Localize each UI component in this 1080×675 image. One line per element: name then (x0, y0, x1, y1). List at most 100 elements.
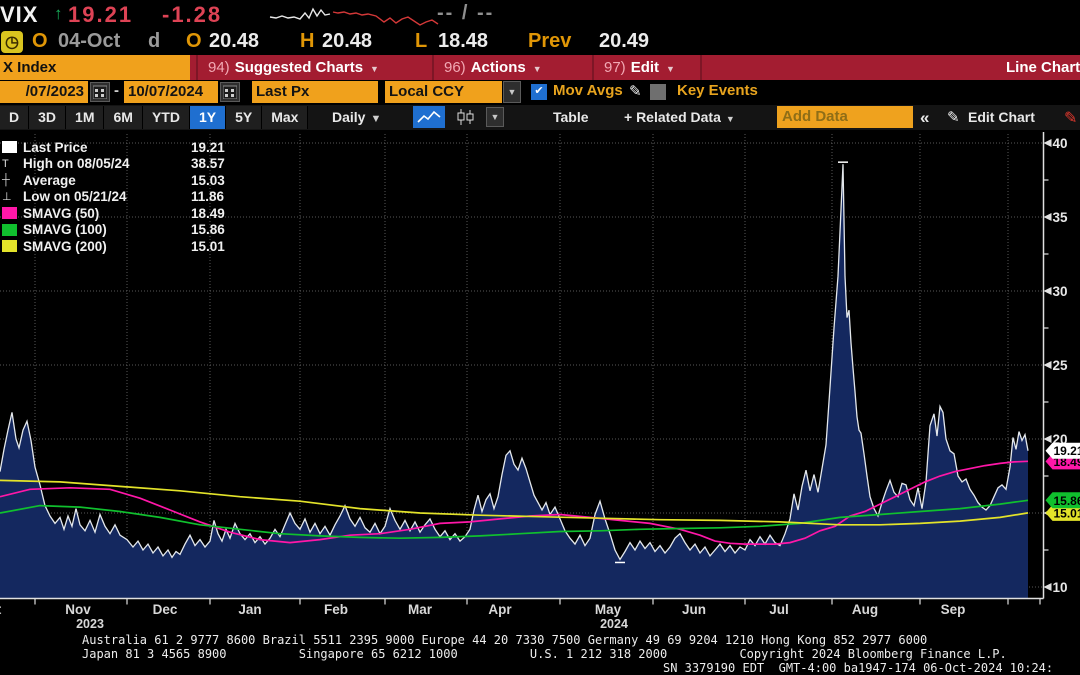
legend-value: 18.49 (191, 206, 225, 221)
legend-marker-icon: T (2, 158, 17, 170)
related-data-dropdown[interactable]: + Related Data▼ (624, 106, 735, 129)
mov-avgs-label[interactable]: Mov Avgs (553, 82, 623, 99)
prev-label: Prev (528, 30, 571, 53)
legend-value: 15.03 (191, 173, 225, 188)
up-arrow-icon: ↑ (54, 4, 63, 24)
chart-controls-row: /07/2023 - 10/07/2024 Last Px Local CCY … (0, 80, 1080, 105)
chevron-down-icon: ▼ (370, 64, 379, 74)
legend-value: 11.86 (191, 189, 224, 204)
date-range-dash: - (114, 82, 119, 99)
open-flag: O (32, 30, 48, 53)
period-button-6m[interactable]: 6M (104, 106, 142, 129)
table-button[interactable]: Table (553, 106, 589, 129)
axis-price-tag-value: 15.01 (1054, 506, 1080, 520)
key-events-checkbox[interactable] (650, 84, 666, 100)
price-change: -1.28 (162, 2, 222, 28)
period-button-max[interactable]: Max (262, 106, 308, 129)
legend-value: 38.57 (191, 156, 225, 171)
year-label: 2024 (600, 617, 628, 631)
ohlc-row: ◷ O 04-Oct d O 20.48 H 20.48 L 18.48 Pre… (0, 28, 1080, 55)
chevron-down-icon: ▼ (370, 113, 381, 125)
period-button-5y[interactable]: 5Y (226, 106, 262, 129)
frequency-flag: d (148, 30, 160, 53)
bid-ask-range: -- / -- (437, 2, 494, 25)
y-axis-tick (1044, 361, 1052, 369)
menu-edit[interactable]: 97)Edit▼ (592, 55, 685, 80)
period-button-1y[interactable]: 1Y (190, 106, 226, 129)
month-label: Dec (153, 602, 178, 617)
key-events-label[interactable]: Key Events (677, 82, 758, 99)
legend-swatch-icon (2, 207, 17, 219)
add-data-input[interactable]: Add Data (777, 106, 913, 128)
menu-key-96: 96) (444, 59, 466, 76)
footer-contact-line2: Japan 81 3 4565 8900 Singapore 65 6212 1… (82, 647, 1007, 661)
high-value: 20.48 (322, 30, 372, 53)
month-label: Jun (682, 602, 706, 617)
bloomberg-terminal: VIX ↑ 19.21 -1.28 -- / -- ◷ O 04-Oct d O… (0, 0, 1080, 675)
currency-selector[interactable]: Local CCY (385, 81, 502, 103)
line-chart-mode-button[interactable] (413, 106, 445, 128)
menu-suggested-charts[interactable]: 94)Suggested Charts▼ (196, 55, 389, 80)
month-label: Oct (0, 602, 2, 617)
mov-avgs-checkbox[interactable]: ✔ (531, 84, 547, 100)
menu-bar: X Index 94)Suggested Charts▼ 96)Actions▼… (0, 55, 1080, 80)
mini-sparkline (263, 3, 445, 27)
menu-divider (700, 55, 702, 80)
annotate-pencil-icon[interactable]: ✎ (1064, 108, 1077, 128)
legend-row-1[interactable]: THigh on 08/05/2438.57 (2, 156, 252, 173)
month-label: Jul (769, 602, 789, 617)
menu-key-97: 97) (604, 59, 626, 76)
calendar-icon[interactable] (220, 82, 240, 102)
edit-mov-avgs-pencil-icon[interactable]: ✎ (629, 82, 642, 100)
legend-label: SMAVG (100) (23, 222, 191, 237)
high-label: H (300, 30, 314, 53)
year-label: 2023 (76, 617, 104, 631)
y-axis-label: 35 (1053, 210, 1069, 225)
date-to-field[interactable]: 10/07/2024 (124, 81, 218, 103)
legend-swatch-icon (2, 224, 17, 236)
open-label: O (186, 30, 202, 53)
y-axis-tick (1044, 583, 1052, 591)
currency-dropdown-button[interactable]: ▼ (503, 81, 521, 103)
legend-row-2[interactable]: ┼Average15.03 (2, 172, 252, 189)
price-chart[interactable]: 40353025201510OctNovDecJanFebMarAprMayJu… (0, 130, 1080, 632)
legend-row-4[interactable]: SMAVG (50)18.49 (2, 205, 252, 222)
menu-actions[interactable]: 96)Actions▼ (432, 55, 552, 80)
legend-swatch-icon (2, 240, 17, 252)
chevron-down-icon: ▼ (726, 114, 735, 124)
menu-key-94: 94) (208, 59, 230, 76)
month-label: Aug (852, 602, 878, 617)
legend-label: Average (23, 173, 191, 188)
calendar-icon[interactable] (90, 82, 110, 102)
period-button-ytd[interactable]: YTD (143, 106, 190, 129)
last-price: 19.21 (68, 2, 133, 28)
month-label: Nov (65, 602, 91, 617)
ticker-symbol: VIX (0, 2, 38, 28)
prev-value: 20.49 (599, 30, 649, 53)
legend-row-6[interactable]: SMAVG (200)15.01 (2, 238, 252, 255)
date-from-field[interactable]: /07/2023 (0, 81, 88, 103)
month-label: Mar (408, 602, 433, 617)
edit-chart-pencil-icon[interactable]: ✎ (947, 108, 960, 126)
y-axis-tick (1044, 213, 1052, 221)
price-field-selector[interactable]: Last Px (252, 81, 378, 103)
axis-price-tag-value: 15.86 (1054, 494, 1080, 508)
period-button-d[interactable]: D (0, 106, 29, 129)
axis-price-tag-value: 19.21 (1054, 444, 1080, 458)
legend-value: 19.21 (191, 140, 225, 155)
legend-value: 15.01 (191, 239, 225, 254)
collapse-panel-button[interactable]: « (920, 106, 929, 129)
legend-row-5[interactable]: SMAVG (100)15.86 (2, 222, 252, 239)
candle-chart-mode-button[interactable] (450, 106, 480, 128)
legend-value: 15.86 (191, 222, 225, 237)
frequency-dropdown[interactable]: Daily▼ (332, 106, 381, 129)
period-button-1m[interactable]: 1M (66, 106, 104, 129)
low-value: 18.48 (438, 30, 488, 53)
chart-type-dropdown-button[interactable]: ▼ (486, 107, 504, 127)
edit-chart-button[interactable]: Edit Chart (968, 106, 1035, 129)
legend-row-0[interactable]: Last Price19.21 (2, 139, 252, 156)
security-field[interactable]: X Index (0, 55, 190, 80)
y-axis-tick (1044, 287, 1052, 295)
period-button-3d[interactable]: 3D (29, 106, 66, 129)
legend-row-3[interactable]: ⊥Low on 05/21/2411.86 (2, 189, 252, 206)
